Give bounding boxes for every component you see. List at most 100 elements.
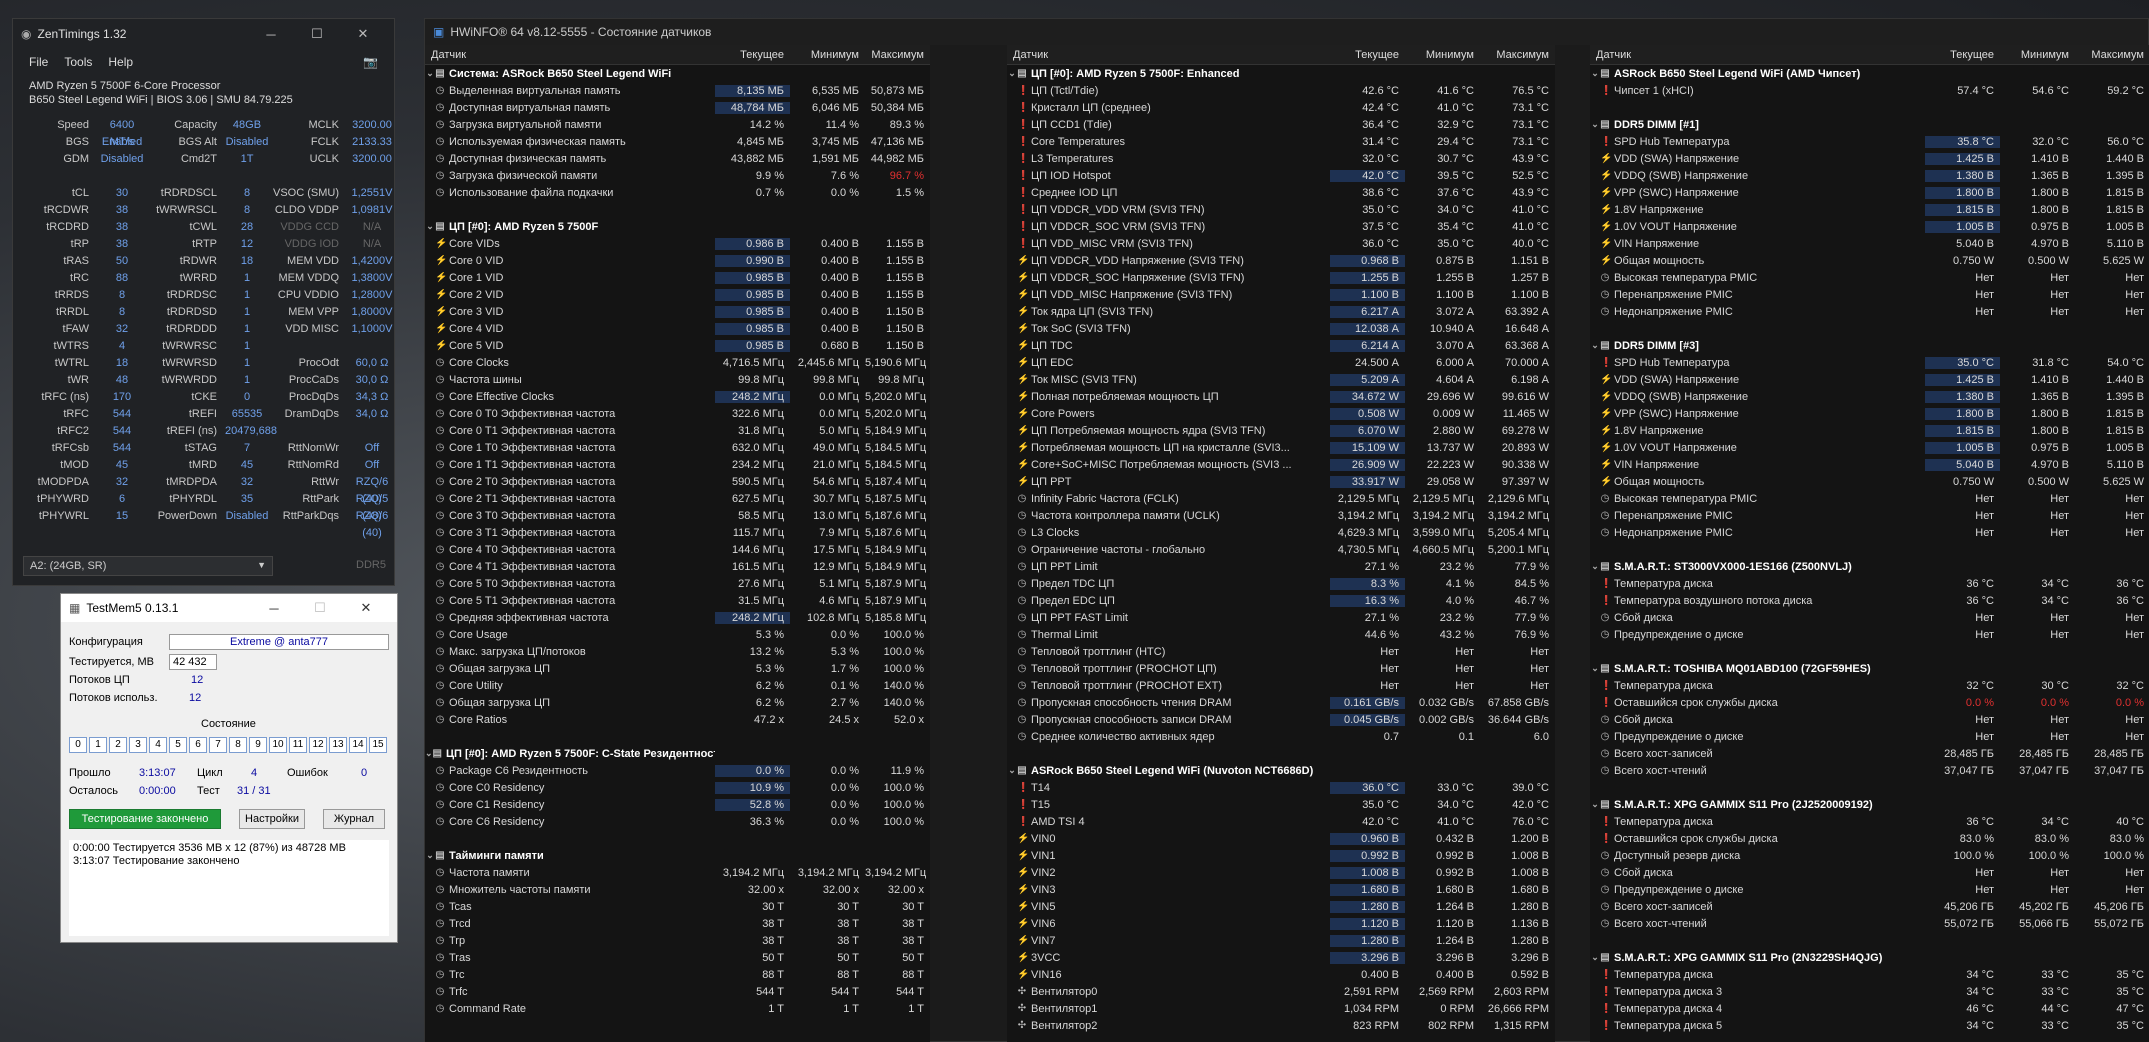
sensor-row[interactable]: ⚡ VIN6 1.120 В 1.120 В 1.136 В <box>1007 915 1555 932</box>
sensor-row[interactable]: ◷ Выделенная виртуальная память 8,135 МБ 6,… <box>425 82 930 99</box>
sensor-row[interactable]: ❗ T15 35.0 °C 34.0 °C 42.0 °C <box>1007 796 1555 813</box>
sensor-row[interactable]: ◷ Core 3 T0 Эффективная частота 58.5 МГц 13… <box>425 507 930 524</box>
chevron-icon[interactable]: ⌄ <box>1590 799 1600 810</box>
sensor-row[interactable]: ◷ Множитель частоты памяти 32.00 x 32.00 x 3… <box>425 881 930 898</box>
minimize-icon[interactable]: ─ <box>248 27 294 42</box>
sensor-row[interactable]: ⚡ ЦП VDDCR_SOC Напряжение (SVI3 TFN) 1.255… <box>1007 269 1555 286</box>
sensor-group[interactable]: ⌄ ▤ ASRock B650 Steel Legend WiFi (AMD Чип… <box>1590 65 2149 82</box>
sensor-row[interactable]: ◷ Tcas 30 T 30 T 30 T <box>425 898 930 915</box>
sensor-row[interactable]: ⚡ 1.0V VOUT Напряжение 1.005 В 0.975 В 1.005… <box>1590 439 2149 456</box>
column-header-0[interactable]: Датчик <box>425 49 715 61</box>
zentimings-titlebar[interactable]: ◉ ZenTimings 1.32 ─ ☐ ✕ <box>13 19 394 49</box>
chevron-icon[interactable]: ⌄ <box>1007 765 1017 776</box>
sensor-row[interactable]: ⚡ Core+SoC+MISC Потребляемая мощность (SV… <box>1007 456 1555 473</box>
sensor-row[interactable]: ⚡ Ток MISC (SVI3 TFN) 5.209 А 4.604 А 6.198 … <box>1007 371 1555 388</box>
sensor-row[interactable]: ◷ Загрузка физической памяти 9.9 % 7.6 % 96.… <box>425 167 930 184</box>
sensor-row[interactable]: ◷ Core 1 T0 Эффективная частота 632.0 МГц 4… <box>425 439 930 456</box>
sensor-row[interactable]: ◷ Trcd 38 T 38 T 38 T <box>425 915 930 932</box>
sensor-row[interactable]: ❗ ЦП (Tctl/Tdie) 42.6 °C 41.6 °C 76.5 °C <box>1007 82 1555 99</box>
chevron-icon[interactable]: ⌄ <box>425 748 433 759</box>
sensor-row[interactable]: ◷ Core C0 Residency 10.9 % 0.0 % 100.0 % <box>425 779 930 796</box>
sensor-row[interactable]: ◷ Загрузка виртуальной памяти 14.2 % 11.4 %… <box>425 116 930 133</box>
sensor-row[interactable]: ⚡ VIN3 1.680 В 1.680 В 1.680 В <box>1007 881 1555 898</box>
sensor-row[interactable]: ⚡ ЦП TDC 6.214 А 3.070 А 63.368 А <box>1007 337 1555 354</box>
column-header-2[interactable]: Минимум <box>790 49 865 61</box>
sensor-group[interactable]: ⌄ ▤ DDR5 DIMM [#1] <box>1590 116 2149 133</box>
sensor-row[interactable]: ◷ Всего хост-записей 28,485 ГБ 28,485 ГБ 28,… <box>1590 745 2149 762</box>
sensor-row[interactable]: ⚡ Core VIDs 0.986 В 0.400 В 1.155 В <box>425 235 930 252</box>
sensor-row[interactable]: ◷ Доступная физическая память 43,882 МБ 1,5… <box>425 150 930 167</box>
sensor-row[interactable]: ◷ Предупреждение о диске Нет Нет Нет <box>1590 626 2149 643</box>
sensor-row[interactable]: ◷ L3 Clocks 4,629.3 МГц 3,599.0 МГц 5,205.4 … <box>1007 524 1555 541</box>
sensor-row[interactable]: ❗ ЦП VDDCR_VDD VRM (SVI3 TFN) 35.0 °C 34.0 … <box>1007 201 1555 218</box>
sensor-row[interactable]: ◷ Сбой диска Нет Нет Нет <box>1590 711 2149 728</box>
sensor-row[interactable]: ❗ Температура диска 36 °C 34 °C 40 °C <box>1590 813 2149 830</box>
chevron-icon[interactable]: ⌄ <box>1590 340 1600 351</box>
sensor-row[interactable]: ❗ Core Temperatures 31.4 °C 29.4 °C 73.1 °C <box>1007 133 1555 150</box>
sensor-row[interactable]: ◷ Ограничение частоты - глобально 4,730.5 … <box>1007 541 1555 558</box>
sensor-row[interactable]: ◷ Сбой диска Нет Нет Нет <box>1590 864 2149 881</box>
sensor-row[interactable]: ⚡ VPP (SWC) Напряжение 1.800 В 1.800 В 1.815… <box>1590 184 2149 201</box>
maximize-icon[interactable]: ☐ <box>297 600 343 616</box>
sensor-row[interactable]: ◷ Core C6 Residency 36.3 % 0.0 % 100.0 % <box>425 813 930 830</box>
sensor-row[interactable]: ◷ Перенапряжение PMIC Нет Нет Нет <box>1590 507 2149 524</box>
sensor-row[interactable]: ⚡ Core 5 VID 0.985 В 0.680 В 1.150 В <box>425 337 930 354</box>
sensor-group[interactable]: ⌄ ▤ ЦП [#0]: AMD Ryzen 5 7500F: Enhanced <box>1007 65 1555 82</box>
sensor-row[interactable]: ◷ Сбой диска Нет Нет Нет <box>1590 609 2149 626</box>
sensor-group[interactable]: ⌄ ▤ Тайминги памяти <box>425 847 930 864</box>
sensor-row[interactable]: ◷ Core Utility 6.2 % 0.1 % 140.0 % <box>425 677 930 694</box>
sensor-row[interactable]: ⚡ VIN16 0.400 В 0.400 В 0.592 В <box>1007 966 1555 983</box>
sensor-row[interactable]: ⚡ ЦП EDC 24.500 А 6.000 А 70.000 А <box>1007 354 1555 371</box>
sensor-row[interactable]: ◷ Core 5 T0 Эффективная частота 27.6 МГц 5.… <box>425 575 930 592</box>
sensor-row[interactable]: ⚡ VDDQ (SWB) Напряжение 1.380 В 1.365 В 1.39… <box>1590 167 2149 184</box>
sensor-row[interactable]: ❗ Температура диска 36 °C 34 °C 36 °C <box>1590 575 2149 592</box>
sensor-row[interactable]: ◷ Infinity Fabric Частота (FCLK) 2,129.5 М… <box>1007 490 1555 507</box>
sensor-group[interactable]: ⌄ ▤ DDR5 DIMM [#3] <box>1590 337 2149 354</box>
sensor-group[interactable]: ⌄ ▤ S.M.A.R.T.: XPG GAMMIX S11 Pro (2N3229… <box>1590 949 2149 966</box>
sensor-row[interactable]: ⚡ Core 2 VID 0.985 В 0.400 В 1.155 В <box>425 286 930 303</box>
column-header-2[interactable]: Минимум <box>2000 49 2075 61</box>
sensor-row[interactable]: ⚡ Общая мощность 0.750 W 0.500 W 5.625 W <box>1590 473 2149 490</box>
sensor-row[interactable]: ◷ Всего хост-записей 45,206 ГБ 45,202 ГБ 45,… <box>1590 898 2149 915</box>
sensor-row[interactable]: ◷ Частота шины 99.8 МГц 99.8 МГц 99.8 МГц <box>425 371 930 388</box>
column-header-0[interactable]: Датчик <box>1007 49 1330 61</box>
sensor-row[interactable]: ⚡ 3VCC 3.296 В 3.296 В 3.296 В <box>1007 949 1555 966</box>
sensor-group[interactable]: ⌄ ▤ ЦП [#0]: AMD Ryzen 5 7500F: C-State Ре… <box>425 745 930 762</box>
sensor-row[interactable]: ✣ Вентилятор1 1,034 RPM 0 RPM 26,666 RPM <box>1007 1000 1555 1017</box>
chevron-icon[interactable]: ⌄ <box>1590 663 1600 674</box>
sensor-row[interactable]: ◷ Пропускная способность чтения DRAM 0.161… <box>1007 694 1555 711</box>
sensor-row[interactable]: ◷ Предел TDC ЦП 8.3 % 4.1 % 84.5 % <box>1007 575 1555 592</box>
sensor-row[interactable]: ◷ Core Usage 5.3 % 0.0 % 100.0 % <box>425 626 930 643</box>
chevron-icon[interactable]: ⌄ <box>425 68 435 79</box>
sensor-row[interactable]: ◷ Core 4 T0 Эффективная частота 144.6 МГц 1… <box>425 541 930 558</box>
sensor-row[interactable]: ❗ Среднее IOD ЦП 38.6 °C 37.6 °C 43.9 °C <box>1007 184 1555 201</box>
test-done-button[interactable]: Тестирование закончено <box>69 809 221 829</box>
sensor-row[interactable]: ⚡ Потребляемая мощность ЦП на кристалле (… <box>1007 439 1555 456</box>
sensor-row[interactable]: ◷ ЦП PPT Limit 27.1 % 23.2 % 77.9 % <box>1007 558 1555 575</box>
sensor-row[interactable]: ❗ Оставшийся срок службы диска 83.0 % 83.0 … <box>1590 830 2149 847</box>
sensor-row[interactable]: ⚡ VDDQ (SWB) Напряжение 1.380 В 1.365 В 1.39… <box>1590 388 2149 405</box>
settings-button[interactable]: Настройки <box>239 809 305 829</box>
maximize-icon[interactable]: ☐ <box>294 26 340 42</box>
sensor-row[interactable]: ⚡ VIN5 1.280 В 1.264 В 1.280 В <box>1007 898 1555 915</box>
column-header-1[interactable]: Текущее <box>715 49 790 61</box>
minimize-icon[interactable]: ─ <box>251 601 297 616</box>
sensor-row[interactable]: ❗ Чипсет 1 (xHCI) 57.4 °C 54.6 °C 59.2 °C <box>1590 82 2149 99</box>
sensor-row[interactable]: ⚡ 1.8V Напряжение 1.815 В 1.800 В 1.815 В <box>1590 201 2149 218</box>
chevron-icon[interactable]: ⌄ <box>1590 119 1600 130</box>
sensor-row[interactable]: ❗ ЦП VDD_MISC VRM (SVI3 TFN) 36.0 °C 35.0 °… <box>1007 235 1555 252</box>
chevron-icon[interactable]: ⌄ <box>425 850 435 861</box>
sensor-row[interactable]: ◷ Core 3 T1 Эффективная частота 115.7 МГц 7… <box>425 524 930 541</box>
sensor-group[interactable]: ⌄ ▤ S.M.A.R.T.: XPG GAMMIX S11 Pro (2J2520… <box>1590 796 2149 813</box>
sensor-row[interactable]: ◷ Общая загрузка ЦП 5.3 % 1.7 % 100.0 % <box>425 660 930 677</box>
sensor-row[interactable]: ❗ ЦП CCD1 (Tdie) 36.4 °C 32.9 °C 73.1 °C <box>1007 116 1555 133</box>
sensor-row[interactable]: ◷ Доступная виртуальная память 48,784 МБ 6,… <box>425 99 930 116</box>
sensor-row[interactable]: ◷ Core 0 T0 Эффективная частота 322.6 МГц 0… <box>425 405 930 422</box>
chevron-icon[interactable]: ⌄ <box>1590 68 1600 79</box>
sensor-row[interactable]: ⚡ Core 4 VID 0.985 В 0.400 В 1.150 В <box>425 320 930 337</box>
sensor-row[interactable]: ◷ Пропускная способность записи DRAM 0.045… <box>1007 711 1555 728</box>
sensor-row[interactable]: ⚡ 1.8V Напряжение 1.815 В 1.800 В 1.815 В <box>1590 422 2149 439</box>
sensor-group[interactable]: ⌄ ▤ ASRock B650 Steel Legend WiFi (Nuvoton… <box>1007 762 1555 779</box>
sensor-row[interactable]: ⚡ Полная потребляемая мощность ЦП 34.672 W… <box>1007 388 1555 405</box>
sensor-panel-right[interactable]: Датчик Текущее Минимум Максимум ⌄ ▤ ASRock B65… <box>1590 45 2149 1042</box>
